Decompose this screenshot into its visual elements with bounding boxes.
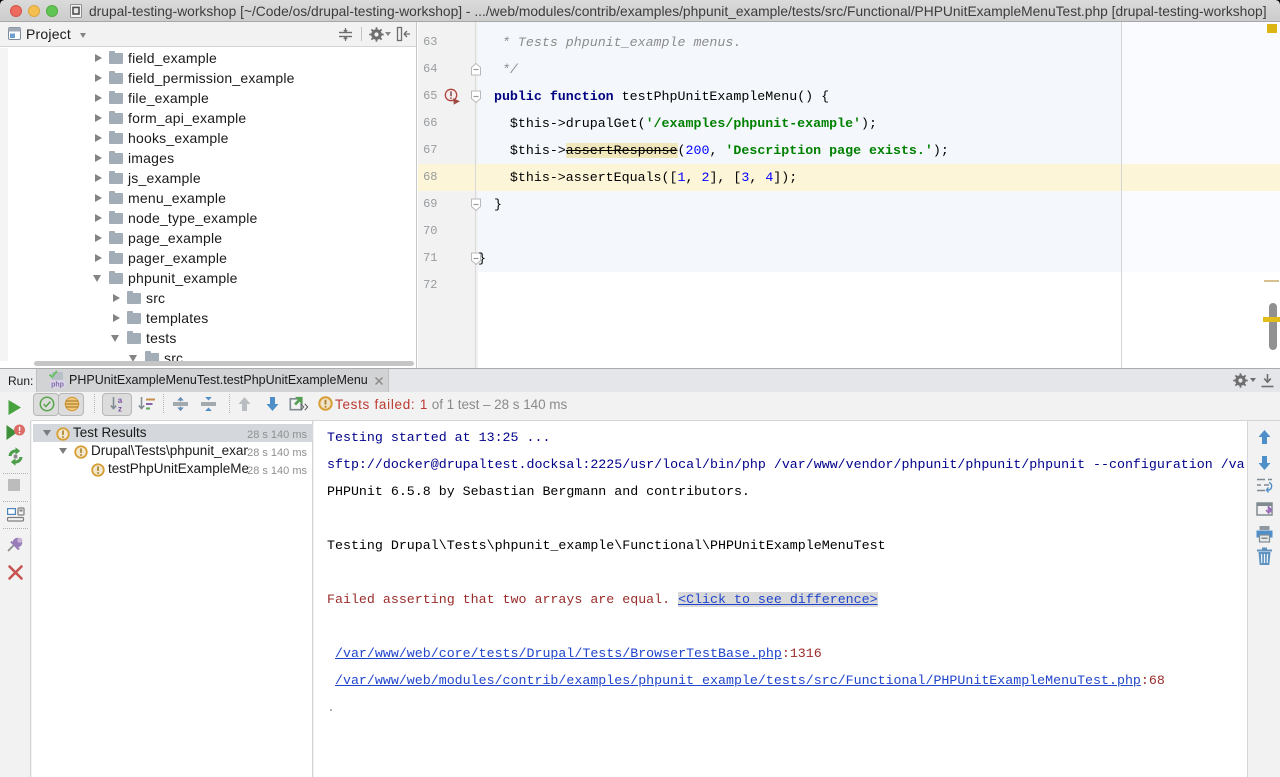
svg-text:php: php xyxy=(51,382,64,389)
svg-text:z: z xyxy=(118,405,122,413)
